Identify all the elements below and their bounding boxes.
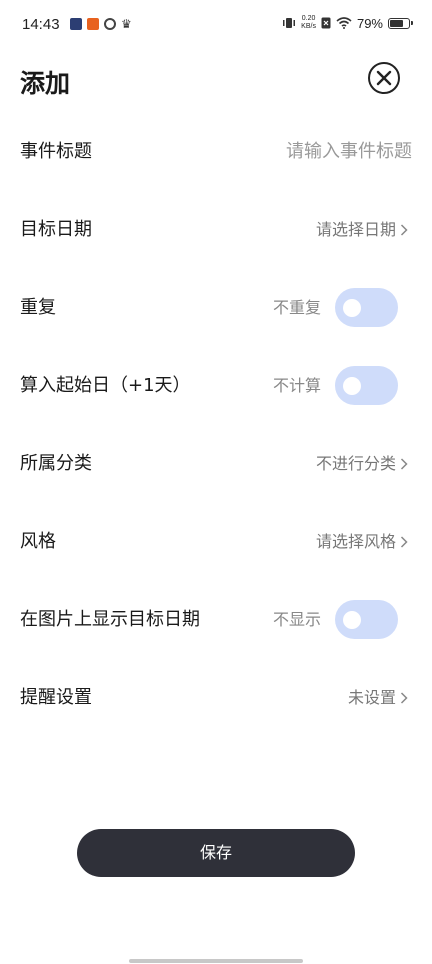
category-label: 所属分类 (20, 453, 92, 474)
toggle-knob (343, 299, 361, 317)
show-on-image-label: 在图片上显示目标日期 (20, 609, 200, 630)
include-start-day-value: 不计算 (272, 376, 321, 395)
row-show-on-image: 在图片上显示目标日期 不显示 (0, 581, 432, 659)
event-title-label: 事件标题 (20, 141, 92, 162)
battery-level (390, 19, 404, 27)
notification-icons: ♛ (70, 18, 132, 30)
chevron-right-icon (400, 536, 408, 548)
show-on-image-value: 不显示 (272, 610, 321, 629)
status-indicators: 0.20 KB/s 79% (282, 15, 413, 31)
sync-icon (104, 18, 116, 30)
toggle-knob (343, 611, 361, 629)
status-bar: 14:43 ♛ 0.20 KB/s 79% (0, 0, 432, 52)
include-start-day-toggle[interactable] (335, 366, 398, 405)
save-button[interactable]: 保存 (77, 829, 355, 877)
reminder-value: 未设置 (347, 688, 396, 707)
wifi-icon (336, 17, 352, 29)
target-date-label: 目标日期 (20, 219, 92, 240)
app-notification-icon (87, 18, 99, 30)
show-on-image-toggle[interactable] (335, 600, 398, 639)
close-button[interactable] (368, 62, 400, 94)
style-value: 请选择风格 (315, 532, 396, 551)
repeat-value: 不重复 (272, 298, 321, 317)
app-notification-icon (70, 18, 82, 30)
chevron-right-icon (400, 692, 408, 704)
network-speed-unit: KB/s (301, 23, 316, 30)
crown-icon: ♛ (121, 17, 132, 31)
target-date-value: 请选择日期 (315, 220, 396, 239)
row-reminder[interactable]: 提醒设置 未设置 (0, 659, 432, 737)
reminder-label: 提醒设置 (20, 687, 92, 708)
row-category[interactable]: 所属分类 不进行分类 (0, 425, 432, 503)
row-style[interactable]: 风格 请选择风格 (0, 503, 432, 581)
category-value: 不进行分类 (315, 454, 396, 473)
battery-icon (388, 17, 413, 29)
chevron-right-icon (400, 458, 408, 470)
row-include-start-day: 算入起始日（+1天） 不计算 (0, 347, 432, 425)
style-label: 风格 (20, 531, 56, 552)
sim-off-icon (321, 17, 331, 29)
network-speed: 0.20 KB/s (301, 15, 316, 31)
network-speed-value: 0.20 (301, 15, 316, 22)
home-indicator[interactable] (129, 959, 303, 963)
page-title: 添加 (20, 69, 71, 98)
row-repeat: 重复 不重复 (0, 269, 432, 347)
vibrate-icon (283, 18, 296, 28)
repeat-label: 重复 (20, 297, 56, 318)
close-icon (376, 70, 392, 86)
row-target-date[interactable]: 目标日期 请选择日期 (0, 191, 432, 269)
battery-percent: 79% (356, 15, 383, 31)
status-time: 14:43 (22, 16, 60, 33)
row-event-title: 事件标题 (0, 113, 432, 191)
include-start-day-label: 算入起始日（+1天） (20, 375, 191, 396)
repeat-toggle[interactable] (335, 288, 398, 327)
event-title-input[interactable] (212, 113, 412, 191)
chevron-right-icon (400, 224, 408, 236)
toggle-knob (343, 377, 361, 395)
